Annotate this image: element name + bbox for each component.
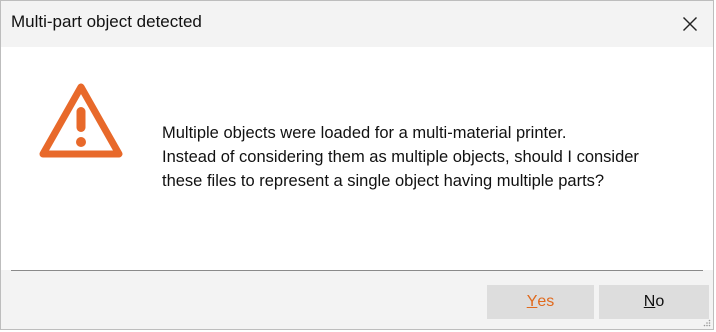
yes-button[interactable]: Yes [487,285,594,319]
no-button-label: o [655,293,665,310]
window-title: Multi-part object detected [11,12,202,31]
resize-grip-icon[interactable] [703,319,711,327]
dialog-window: Multi-part object detected Multiple obje… [0,0,714,330]
title-bar: Multi-part object detected [1,1,713,47]
dialog-message: Multiple objects were loaded for a multi… [162,121,702,193]
no-button[interactable]: No [599,285,709,319]
message-line-1: Multiple objects were loaded for a multi… [162,124,567,142]
warning-triangle-icon [39,83,123,158]
no-button-mnemonic: N [643,293,656,310]
close-icon [683,17,697,31]
message-line-3: these files to represent a single object… [162,172,605,190]
dialog-content: Multiple objects were loaded for a multi… [1,47,713,270]
yes-button-mnemonic: Y [526,293,538,310]
yes-button-label: es [537,293,555,310]
dialog-footer: Yes No [1,271,713,329]
close-button[interactable] [667,1,713,47]
message-line-2: Instead of considering them as multiple … [162,148,639,166]
